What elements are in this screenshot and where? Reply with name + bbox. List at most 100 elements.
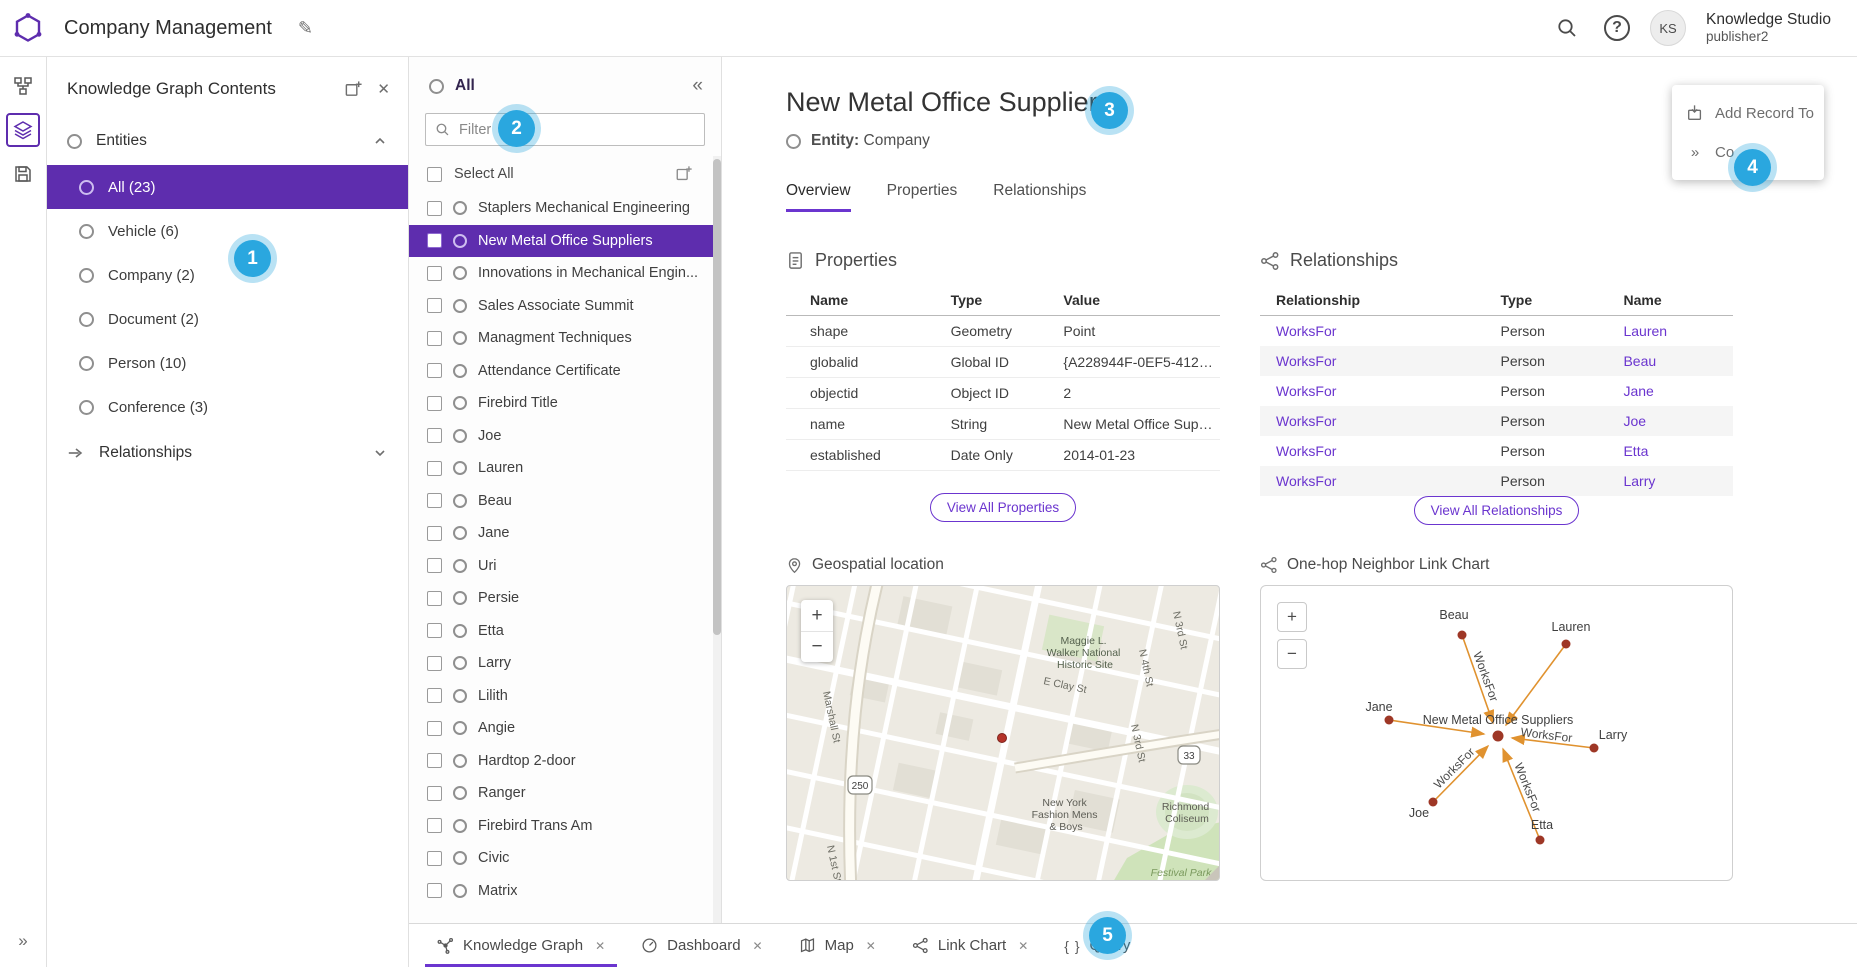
checkbox[interactable] bbox=[427, 461, 442, 476]
list-item[interactable]: Staplers Mechanical Engineering bbox=[409, 192, 721, 225]
checkbox[interactable] bbox=[427, 493, 442, 508]
close-tab-icon[interactable]: ✕ bbox=[866, 939, 876, 953]
avatar[interactable]: KS bbox=[1650, 10, 1686, 46]
checkbox[interactable] bbox=[427, 331, 442, 346]
checkbox[interactable] bbox=[427, 526, 442, 541]
list-item[interactable]: Angie bbox=[409, 712, 721, 745]
entity-link[interactable]: Joe bbox=[1619, 406, 1733, 436]
list-item[interactable]: Firebird Trans Am bbox=[409, 810, 721, 843]
chevron-up-icon[interactable] bbox=[372, 133, 388, 149]
tab-overview[interactable]: Overview bbox=[786, 182, 851, 212]
add-record-button[interactable] bbox=[675, 165, 693, 183]
entity-link[interactable]: Larry bbox=[1619, 466, 1733, 496]
checkbox[interactable] bbox=[427, 558, 442, 573]
tab-relationships[interactable]: Relationships bbox=[993, 182, 1086, 212]
hierarchy-tool-button[interactable] bbox=[6, 69, 40, 103]
checkbox[interactable] bbox=[427, 688, 442, 703]
checkbox[interactable] bbox=[427, 851, 442, 866]
list-item[interactable]: Ranger bbox=[409, 777, 721, 810]
edit-title-icon[interactable]: ✎ bbox=[298, 18, 313, 39]
zoom-out-button[interactable]: − bbox=[801, 631, 833, 662]
checkbox[interactable] bbox=[427, 233, 442, 248]
checkbox[interactable] bbox=[427, 298, 442, 313]
list-item[interactable]: Attendance Certificate bbox=[409, 355, 721, 388]
menu-item-add-record-to[interactable]: Add Record To bbox=[1672, 93, 1824, 133]
node-etta[interactable] bbox=[1536, 836, 1545, 845]
list-item[interactable]: Larry bbox=[409, 647, 721, 680]
checkbox[interactable] bbox=[427, 753, 442, 768]
checkbox[interactable] bbox=[427, 428, 442, 443]
node-beau[interactable] bbox=[1458, 631, 1467, 640]
list-item[interactable]: Hardtop 2-door bbox=[409, 745, 721, 778]
expand-rail-icon[interactable]: » bbox=[18, 931, 27, 951]
map-resize-handle[interactable] bbox=[1205, 866, 1219, 880]
list-item[interactable]: Etta bbox=[409, 615, 721, 648]
view-all-relationships-button[interactable]: View All Relationships bbox=[1414, 496, 1580, 525]
list-item[interactable]: Matrix bbox=[409, 875, 721, 908]
entity-type-conference[interactable]: Conference (3) bbox=[47, 385, 408, 429]
list-item-selected[interactable]: New Metal Office Suppliers bbox=[409, 225, 721, 258]
entity-type-person[interactable]: Person (10) bbox=[47, 341, 408, 385]
relationship-link[interactable]: WorksFor bbox=[1260, 316, 1497, 347]
list-item[interactable]: Jane bbox=[409, 517, 721, 550]
checkbox[interactable] bbox=[427, 818, 442, 833]
view-all-properties-button[interactable]: View All Properties bbox=[930, 493, 1076, 522]
close-tab-icon[interactable]: ✕ bbox=[1018, 939, 1028, 953]
collapse-panel-icon[interactable]: « bbox=[692, 75, 703, 97]
checkbox[interactable] bbox=[427, 591, 442, 606]
tab-dashboard[interactable]: Dashboard ✕ bbox=[623, 924, 780, 967]
zoom-out-button[interactable]: − bbox=[1277, 639, 1307, 669]
tab-map[interactable]: Map ✕ bbox=[781, 924, 894, 967]
scrollbar-track[interactable] bbox=[713, 156, 721, 923]
relationship-link[interactable]: WorksFor bbox=[1260, 346, 1497, 376]
list-item[interactable]: Persie bbox=[409, 582, 721, 615]
entity-type-all[interactable]: All (23) bbox=[47, 165, 408, 209]
relationship-link[interactable]: WorksFor bbox=[1260, 436, 1497, 466]
entity-link[interactable]: Etta bbox=[1619, 436, 1733, 466]
checkbox[interactable] bbox=[427, 656, 442, 671]
checkbox[interactable] bbox=[427, 883, 442, 898]
list-item[interactable]: Civic bbox=[409, 842, 721, 875]
checkbox[interactable] bbox=[427, 266, 442, 281]
entities-section-header[interactable]: Entities bbox=[47, 117, 408, 165]
entity-type-company[interactable]: Company (2) bbox=[47, 253, 408, 297]
tab-properties[interactable]: Properties bbox=[887, 182, 958, 212]
entity-type-vehicle[interactable]: Vehicle (6) bbox=[47, 209, 408, 253]
node-joe[interactable] bbox=[1429, 798, 1438, 807]
relationship-link[interactable]: WorksFor bbox=[1260, 406, 1497, 436]
link-chart[interactable]: + − bbox=[1260, 585, 1733, 881]
entity-type-document[interactable]: Document (2) bbox=[47, 297, 408, 341]
relationship-link[interactable]: WorksFor bbox=[1260, 376, 1497, 406]
tab-knowledge-graph[interactable]: Knowledge Graph ✕ bbox=[419, 924, 623, 967]
close-tab-icon[interactable]: ✕ bbox=[753, 939, 763, 953]
checkbox[interactable] bbox=[427, 396, 442, 411]
list-item[interactable]: Sales Associate Summit bbox=[409, 290, 721, 323]
list-item[interactable]: Lilith bbox=[409, 680, 721, 713]
list-item[interactable]: Uri bbox=[409, 550, 721, 583]
checkbox[interactable] bbox=[427, 786, 442, 801]
close-tab-icon[interactable]: ✕ bbox=[595, 939, 605, 953]
node-lauren[interactable] bbox=[1562, 640, 1571, 649]
list-item[interactable]: Innovations in Mechanical Engin... bbox=[409, 257, 721, 290]
close-panel-icon[interactable]: ✕ bbox=[377, 80, 390, 98]
list-item[interactable]: Beau bbox=[409, 485, 721, 518]
scrollbar-thumb[interactable] bbox=[713, 159, 721, 635]
select-all-row[interactable]: Select All bbox=[409, 156, 721, 192]
zoom-in-button[interactable]: + bbox=[801, 600, 833, 631]
search-button[interactable] bbox=[1550, 11, 1584, 45]
filter-box[interactable] bbox=[425, 113, 705, 146]
relationship-link[interactable]: WorksFor bbox=[1260, 466, 1497, 496]
checkbox[interactable] bbox=[427, 201, 442, 216]
list-item[interactable]: Managment Techniques bbox=[409, 322, 721, 355]
help-button[interactable]: ? bbox=[1604, 15, 1630, 41]
chevron-down-icon[interactable] bbox=[372, 445, 388, 461]
list-item[interactable]: Joe bbox=[409, 420, 721, 453]
entity-link[interactable]: Beau bbox=[1619, 346, 1733, 376]
checkbox[interactable] bbox=[427, 363, 442, 378]
node-jane[interactable] bbox=[1385, 716, 1394, 725]
filter-input[interactable] bbox=[457, 121, 695, 139]
center-node[interactable] bbox=[1493, 731, 1504, 742]
list-item[interactable]: Firebird Title bbox=[409, 387, 721, 420]
save-tool-button[interactable] bbox=[6, 157, 40, 191]
tab-link-chart[interactable]: Link Chart ✕ bbox=[894, 924, 1046, 967]
